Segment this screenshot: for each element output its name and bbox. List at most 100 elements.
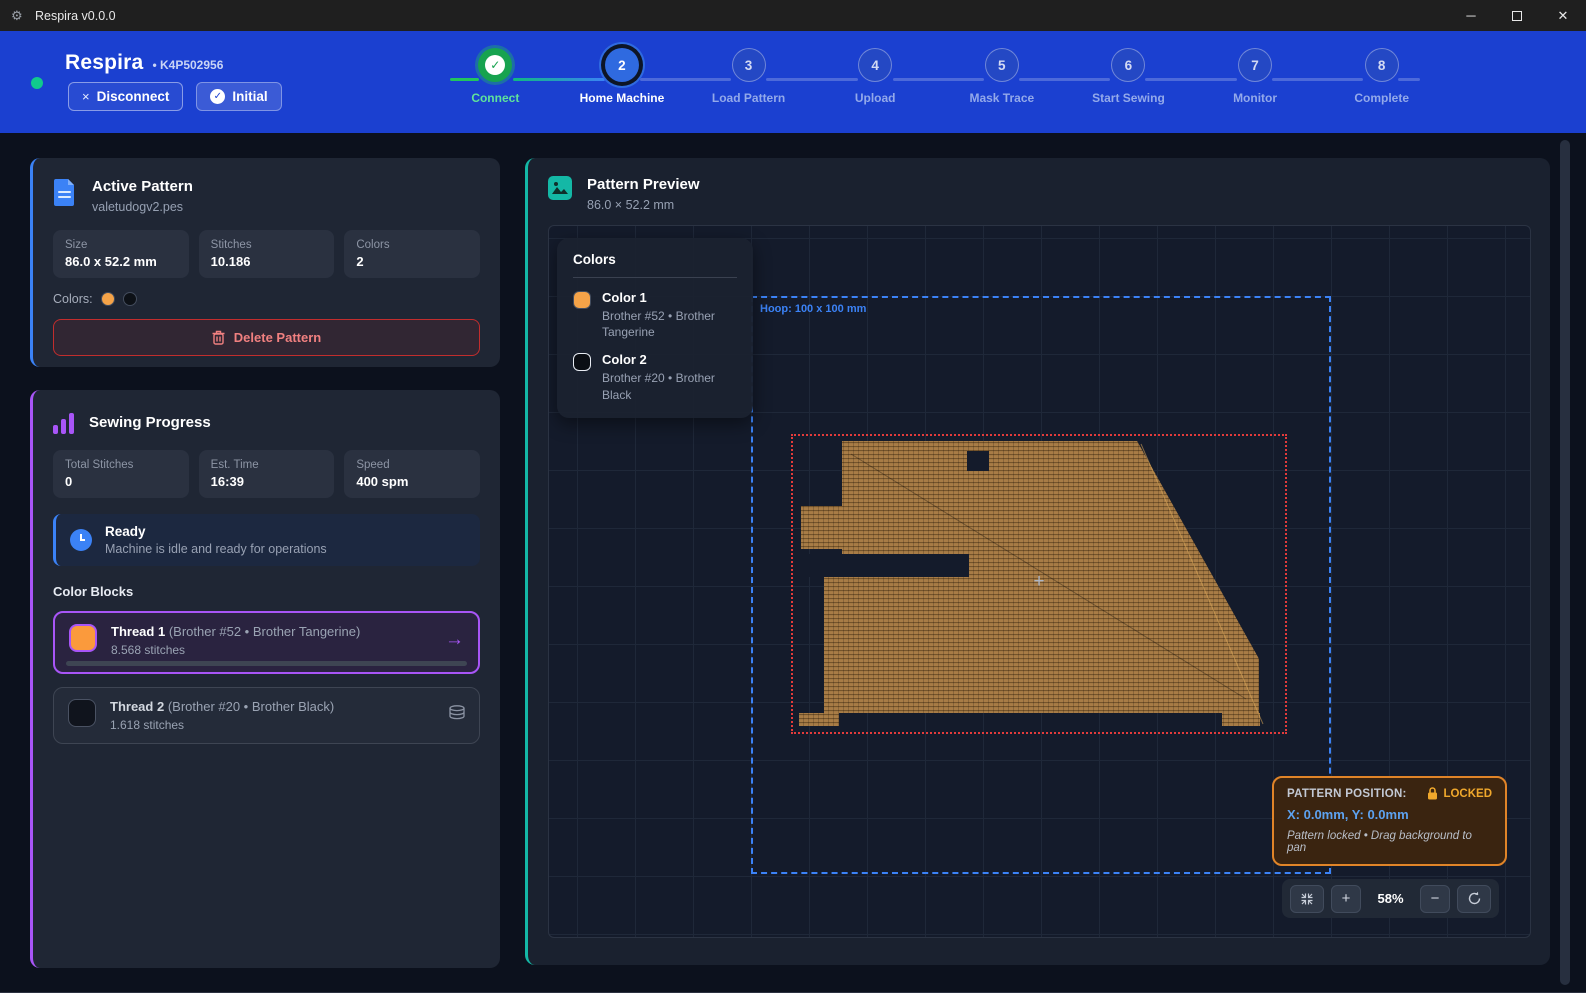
bar-chart-icon (53, 412, 74, 434)
app-header: Respira • K4P502956 × Disconnect ✓ Initi… (0, 31, 1586, 133)
color-blocks-label: Color Blocks (53, 584, 480, 599)
thread-block-2[interactable]: Thread 2 (Brother #20 • Brother Black) 1… (53, 687, 480, 744)
thread-block-1[interactable]: Thread 1 (Brother #52 • Brother Tangerin… (53, 611, 480, 674)
step-label: Upload (855, 91, 896, 105)
stat-speed: Speed 400 spm (344, 450, 480, 498)
step-complete[interactable]: 8 Complete (1318, 48, 1445, 105)
position-coords: X: 0.0mm, Y: 0.0mm (1287, 807, 1492, 822)
legend-swatch-2 (573, 353, 591, 371)
zoom-in-button[interactable]: + (1331, 885, 1361, 913)
stat-size: Size 86.0 x 52.2 mm (53, 230, 189, 278)
pattern-preview-title: Pattern Preview (587, 176, 700, 193)
lock-icon (1427, 787, 1438, 800)
position-label: PATTERN POSITION: (1287, 788, 1407, 800)
minimize-button[interactable]: ─ (1448, 0, 1494, 31)
active-pattern-title: Active Pattern (92, 178, 193, 195)
machine-status-banner: Ready Machine is idle and ready for oper… (53, 514, 480, 566)
sewing-progress-card: Sewing Progress Total Stitches 0 Est. Ti… (30, 390, 500, 968)
thread-1-swatch (69, 624, 97, 652)
pattern-preview-panel: Pattern Preview 86.0 × 52.2 mm Hoop: 100… (525, 158, 1550, 965)
step-label: Complete (1354, 91, 1409, 105)
vertical-scrollbar[interactable] (1560, 140, 1570, 985)
title-bar: ⚙ Respira v0.0.0 ─ ✕ (0, 0, 1586, 31)
hoop-label: Hoop: 100 x 100 mm (760, 303, 866, 315)
color-swatch-1 (101, 292, 115, 306)
window-title: Respira v0.0.0 (35, 9, 116, 23)
step-mask-trace[interactable]: 5 Mask Trace (939, 48, 1066, 105)
clock-icon (70, 529, 92, 551)
fit-to-view-icon (1300, 892, 1314, 906)
workflow-stepper: ✓ Connect 2 Home Machine 3 Load Pattern … (432, 48, 1445, 105)
legend-item-color-1: Color 1 Brother #52 • Brother Tangerine (573, 290, 737, 340)
color-swatch-2 (123, 292, 137, 306)
minimize-icon: ─ (1466, 8, 1475, 23)
step-connect[interactable]: ✓ Connect (432, 48, 559, 105)
locked-label: LOCKED (1443, 788, 1492, 800)
app-window: ⚙ Respira v0.0.0 ─ ✕ Respira • K4P502956… (0, 0, 1586, 993)
zoom-controls: + 58% − (1282, 879, 1499, 918)
maximize-icon (1512, 11, 1522, 21)
preview-canvas[interactable]: Hoop: 100 x 100 mm (548, 225, 1531, 938)
thread-1-name: Thread 1 (111, 624, 165, 639)
stat-stitches: Stitches 10.186 (199, 230, 335, 278)
layers-icon (448, 705, 466, 726)
thread-1-detail: (Brother #52 • Brother Tangerine) (169, 624, 360, 639)
active-pattern-card: Active Pattern valetudogv2.pes Size 86.0… (30, 158, 500, 367)
pattern-position-overlay: PATTERN POSITION: LOCKED X: 0.0mm, Y: 0.… (1272, 776, 1507, 866)
legend-title: Colors (573, 252, 737, 278)
step-home-machine[interactable]: 2 Home Machine (559, 48, 686, 105)
crosshair-icon: + (1029, 572, 1049, 592)
refresh-icon (1467, 891, 1482, 906)
thread-2-detail: (Brother #20 • Brother Black) (168, 699, 334, 714)
step-load-pattern[interactable]: 3 Load Pattern (685, 48, 812, 105)
legend-swatch-1 (573, 291, 591, 309)
app-logo-icon: ⚙ (11, 8, 26, 23)
step-label: Start Sewing (1092, 91, 1165, 105)
close-button[interactable]: ✕ (1540, 0, 1586, 31)
step-number: 3 (732, 48, 766, 82)
step-number: 5 (985, 48, 1019, 82)
step-label: Home Machine (580, 91, 665, 105)
position-hint: Pattern locked • Drag background to pan (1287, 830, 1492, 854)
zoom-level: 58% (1368, 891, 1413, 906)
maximize-button[interactable] (1494, 0, 1540, 31)
reset-view-button[interactable] (1457, 885, 1491, 913)
step-number: 4 (858, 48, 892, 82)
plus-icon: + (1342, 890, 1351, 907)
colors-legend: Colors Color 1 Brother #52 • Brother Tan… (557, 238, 753, 418)
pattern-dimensions: 86.0 × 52.2 mm (587, 198, 700, 212)
step-number: 7 (1238, 48, 1272, 82)
thread-1-stitches: 8.568 stitches (111, 643, 360, 657)
thread-1-progress-bar (66, 661, 467, 666)
status-title: Ready (105, 524, 327, 539)
fit-to-view-button[interactable] (1290, 885, 1324, 913)
zoom-out-button[interactable]: − (1420, 885, 1450, 913)
step-connect-circle: ✓ (478, 48, 512, 82)
check-icon: ✓ (485, 55, 505, 75)
stat-total-stitches: Total Stitches 0 (53, 450, 189, 498)
pattern-filename: valetudogv2.pes (92, 200, 193, 214)
document-icon (53, 178, 77, 206)
colors-label: Colors: (53, 292, 93, 306)
stat-est-time: Est. Time 16:39 (199, 450, 335, 498)
sewing-progress-title: Sewing Progress (89, 414, 211, 431)
arrow-right-icon: → (445, 629, 464, 651)
thread-2-swatch (68, 699, 96, 727)
step-label: Load Pattern (712, 91, 785, 105)
step-upload[interactable]: 4 Upload (812, 48, 939, 105)
image-icon (548, 176, 572, 200)
minus-icon: − (1431, 890, 1440, 907)
step-label: Monitor (1233, 91, 1277, 105)
step-number: 8 (1365, 48, 1399, 82)
trash-icon (212, 330, 225, 345)
legend-item-color-2: Color 2 Brother #20 • Brother Black (573, 352, 737, 402)
step-label: Mask Trace (969, 91, 1034, 105)
delete-pattern-label: Delete Pattern (234, 330, 321, 345)
step-number: 2 (605, 48, 639, 82)
step-start-sewing[interactable]: 6 Start Sewing (1065, 48, 1192, 105)
step-monitor[interactable]: 7 Monitor (1192, 48, 1319, 105)
step-label: Connect (471, 91, 519, 105)
delete-pattern-button[interactable]: Delete Pattern (53, 319, 480, 356)
status-subtitle: Machine is idle and ready for operations (105, 542, 327, 556)
thread-2-stitches: 1.618 stitches (110, 718, 334, 732)
